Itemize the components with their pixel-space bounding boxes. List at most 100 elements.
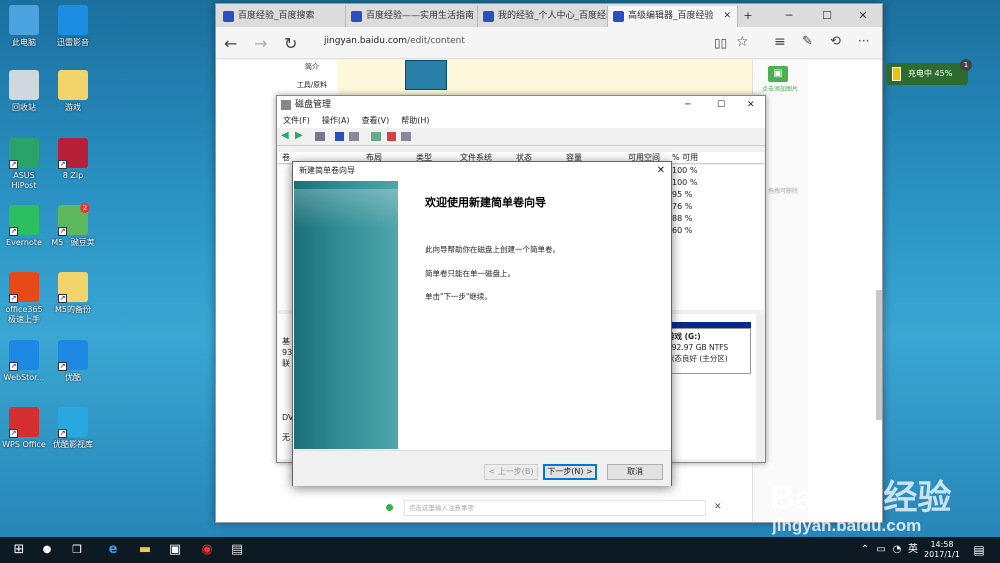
cortana-icon[interactable]: ● (38, 541, 56, 559)
desktop-icon-youku-library[interactable]: 优酷影视库 ↗ (50, 407, 96, 450)
image-thumbnail[interactable] (405, 60, 447, 90)
clock-time: 14:58 (930, 540, 954, 549)
wizard-titlebar: 新建简单卷向导 ✕ (293, 162, 671, 180)
notification-icon[interactable]: ▤ (970, 541, 988, 559)
help-icon[interactable] (335, 132, 344, 141)
list-icon[interactable] (401, 132, 411, 141)
shortcut-arrow-icon: ↗ (58, 362, 67, 371)
desktop-icon-this-pc[interactable]: 此电脑 (1, 5, 47, 48)
maximize-icon[interactable]: ☐ (808, 4, 846, 27)
tab-baidu-search[interactable]: 百度经验_百度搜索 (218, 6, 346, 27)
store-icon[interactable]: ▣ (166, 541, 184, 559)
col-pct-free[interactable]: % 可用 (672, 152, 698, 164)
sidebar-item-intro[interactable]: 简介 (286, 60, 338, 80)
app-icon[interactable]: ◉ (198, 541, 216, 559)
tab-personal-center[interactable]: 我的经验_个人中心_百度经验 (478, 6, 608, 27)
shortcut-arrow-icon: ↗ (58, 429, 67, 438)
forward-icon[interactable]: ▶ (295, 130, 303, 141)
tab-editor[interactable]: 高级编辑器_百度经验 ✕ (608, 6, 738, 27)
task-view-icon[interactable]: ❐ (68, 541, 86, 559)
shortcut-arrow-icon: ↗ (9, 294, 18, 303)
edge-icon[interactable]: e (104, 541, 122, 559)
desktop-icon-asus-hipost[interactable]: ASUS HiPost ↗ (1, 138, 47, 191)
minimize-icon[interactable]: ─ (685, 96, 690, 114)
console-icon[interactable] (315, 132, 325, 141)
partition-g[interactable]: 游戏 (G:) 292.97 GB NTFS 状态良好 (主分区) (663, 328, 751, 374)
toolbar: ◀ ▶ (277, 128, 765, 146)
ime-indicator[interactable]: 英 (904, 541, 922, 559)
refresh-icon[interactable]: ↻ (284, 34, 297, 53)
url-path: /edit/content (407, 36, 465, 46)
desktop-icon-office365[interactable]: office365 极速上手 ↗ (1, 272, 47, 325)
check-icon[interactable] (387, 132, 396, 141)
close-tab-icon[interactable]: ✕ (723, 6, 731, 27)
hub-icon[interactable]: ≡ (774, 34, 786, 50)
forward-icon[interactable]: → (254, 34, 267, 53)
reading-view-icon[interactable]: ▯▯ (714, 36, 727, 50)
desktop-icon-games-folder[interactable]: 游戏 (50, 70, 96, 113)
minimize-icon[interactable]: ─ (770, 4, 808, 27)
disk-mgmt-taskbar-icon[interactable]: ▤ (228, 541, 246, 559)
disk-mgmt-app-icon (281, 100, 291, 110)
back-button[interactable]: < 上一步(B) (484, 464, 538, 480)
col-volume[interactable]: 卷 (282, 152, 290, 164)
menu-file[interactable]: 文件(F) (283, 116, 310, 125)
share-icon[interactable]: ⟲ (830, 34, 841, 49)
more-icon[interactable]: ··· (858, 34, 869, 48)
add-image-label[interactable]: 点击添加图片 (762, 84, 798, 93)
start-icon[interactable]: ⊞ (10, 541, 28, 559)
disk-mgmt-titlebar: 磁盘管理 ─ ☐ ✕ (277, 96, 765, 114)
desktop-icon-m5-backup[interactable]: M5的备份 ↗ (50, 272, 96, 315)
baidu-watermark: Bai du 经验 (770, 479, 952, 517)
close-window-icon[interactable]: ✕ (844, 4, 882, 27)
desktop-icon-m5-wandoujia[interactable]: M5 · 豌豆荚 ↗ 2 (50, 203, 96, 248)
desktop-icon-label: 优酷影视库 (53, 440, 93, 449)
close-icon[interactable]: ✕ (747, 96, 755, 114)
desktop-icon-label: 游戏 (65, 103, 81, 112)
note-dot-icon (386, 504, 393, 511)
back-icon[interactable]: ← (224, 34, 237, 53)
menu-help[interactable]: 帮助(H) (401, 116, 429, 125)
scrollbar[interactable] (756, 314, 764, 459)
url-field[interactable]: jingyan.baidu.com/edit/content (324, 36, 465, 46)
connect-icon[interactable] (371, 132, 381, 141)
maximize-icon[interactable]: ☐ (717, 96, 725, 114)
scrollbar[interactable] (876, 290, 882, 420)
this-pc-icon (9, 5, 39, 35)
disk-mgmt-title: 磁盘管理 (295, 100, 332, 110)
next-button[interactable]: 下一步(N) > (543, 464, 597, 480)
clock[interactable]: 14:58 2017/1/1 (924, 540, 960, 560)
add-image-icon[interactable]: ▣ (768, 66, 788, 82)
desktop-icon-8zip[interactable]: 8 Zip ↗ (50, 138, 96, 181)
delete-note-icon[interactable]: ✕ (714, 502, 722, 512)
back-icon[interactable]: ◀ (281, 130, 289, 141)
menu-view[interactable]: 查看(V) (362, 116, 390, 125)
pct-column: 100 % 100 % 95 % 76 % 88 % 60 % (672, 165, 697, 237)
desktop-icon-label: 此电脑 (12, 38, 36, 47)
recycle-bin-icon (9, 70, 39, 100)
close-icon[interactable]: ✕ (657, 162, 665, 180)
desktop-icon-recycle-bin[interactable]: 回收站 (1, 70, 47, 113)
file-explorer-icon[interactable]: ▬ (136, 541, 154, 559)
new-tab-icon[interactable]: + (738, 4, 758, 27)
menu-action[interactable]: 操作(A) (322, 116, 350, 125)
desktop-icon-webstorm[interactable]: WebStor... ↗ (1, 340, 47, 383)
address-bar: ← → ↻ jingyan.baidu.com/edit/content ▯▯ … (216, 27, 882, 59)
desktop-icon-wps-office[interactable]: WPS Office ↗ (1, 407, 47, 450)
battery-widget[interactable]: 充电中 45% 1 (886, 59, 972, 85)
shortcut-arrow-icon: ↗ (9, 160, 18, 169)
desktop-icon-evernote[interactable]: Evernote ↗ (1, 205, 47, 248)
desktop-icon-youku[interactable]: 优酷 ↗ (50, 340, 96, 383)
favorite-star-icon[interactable]: ☆ (736, 34, 749, 50)
properties-icon[interactable] (349, 132, 359, 141)
cancel-button[interactable]: 取消 (607, 464, 663, 480)
tab-jingyan-home[interactable]: 百度经验——实用生活指南 (346, 6, 478, 27)
note-input[interactable]: 点击这里输入注意事项 (404, 500, 706, 516)
web-note-icon[interactable]: ✎ (802, 34, 813, 49)
desktop-icon-label: M5的备份 (55, 305, 91, 314)
desktop-icon-xunlei[interactable]: 迅雷影音 (50, 5, 96, 48)
table-cell: 76 % (672, 202, 693, 211)
desktop-icon-label: 迅雷影音 (57, 38, 89, 47)
table-cell: 100 % (672, 178, 698, 187)
baidu-favicon-icon (351, 11, 362, 22)
